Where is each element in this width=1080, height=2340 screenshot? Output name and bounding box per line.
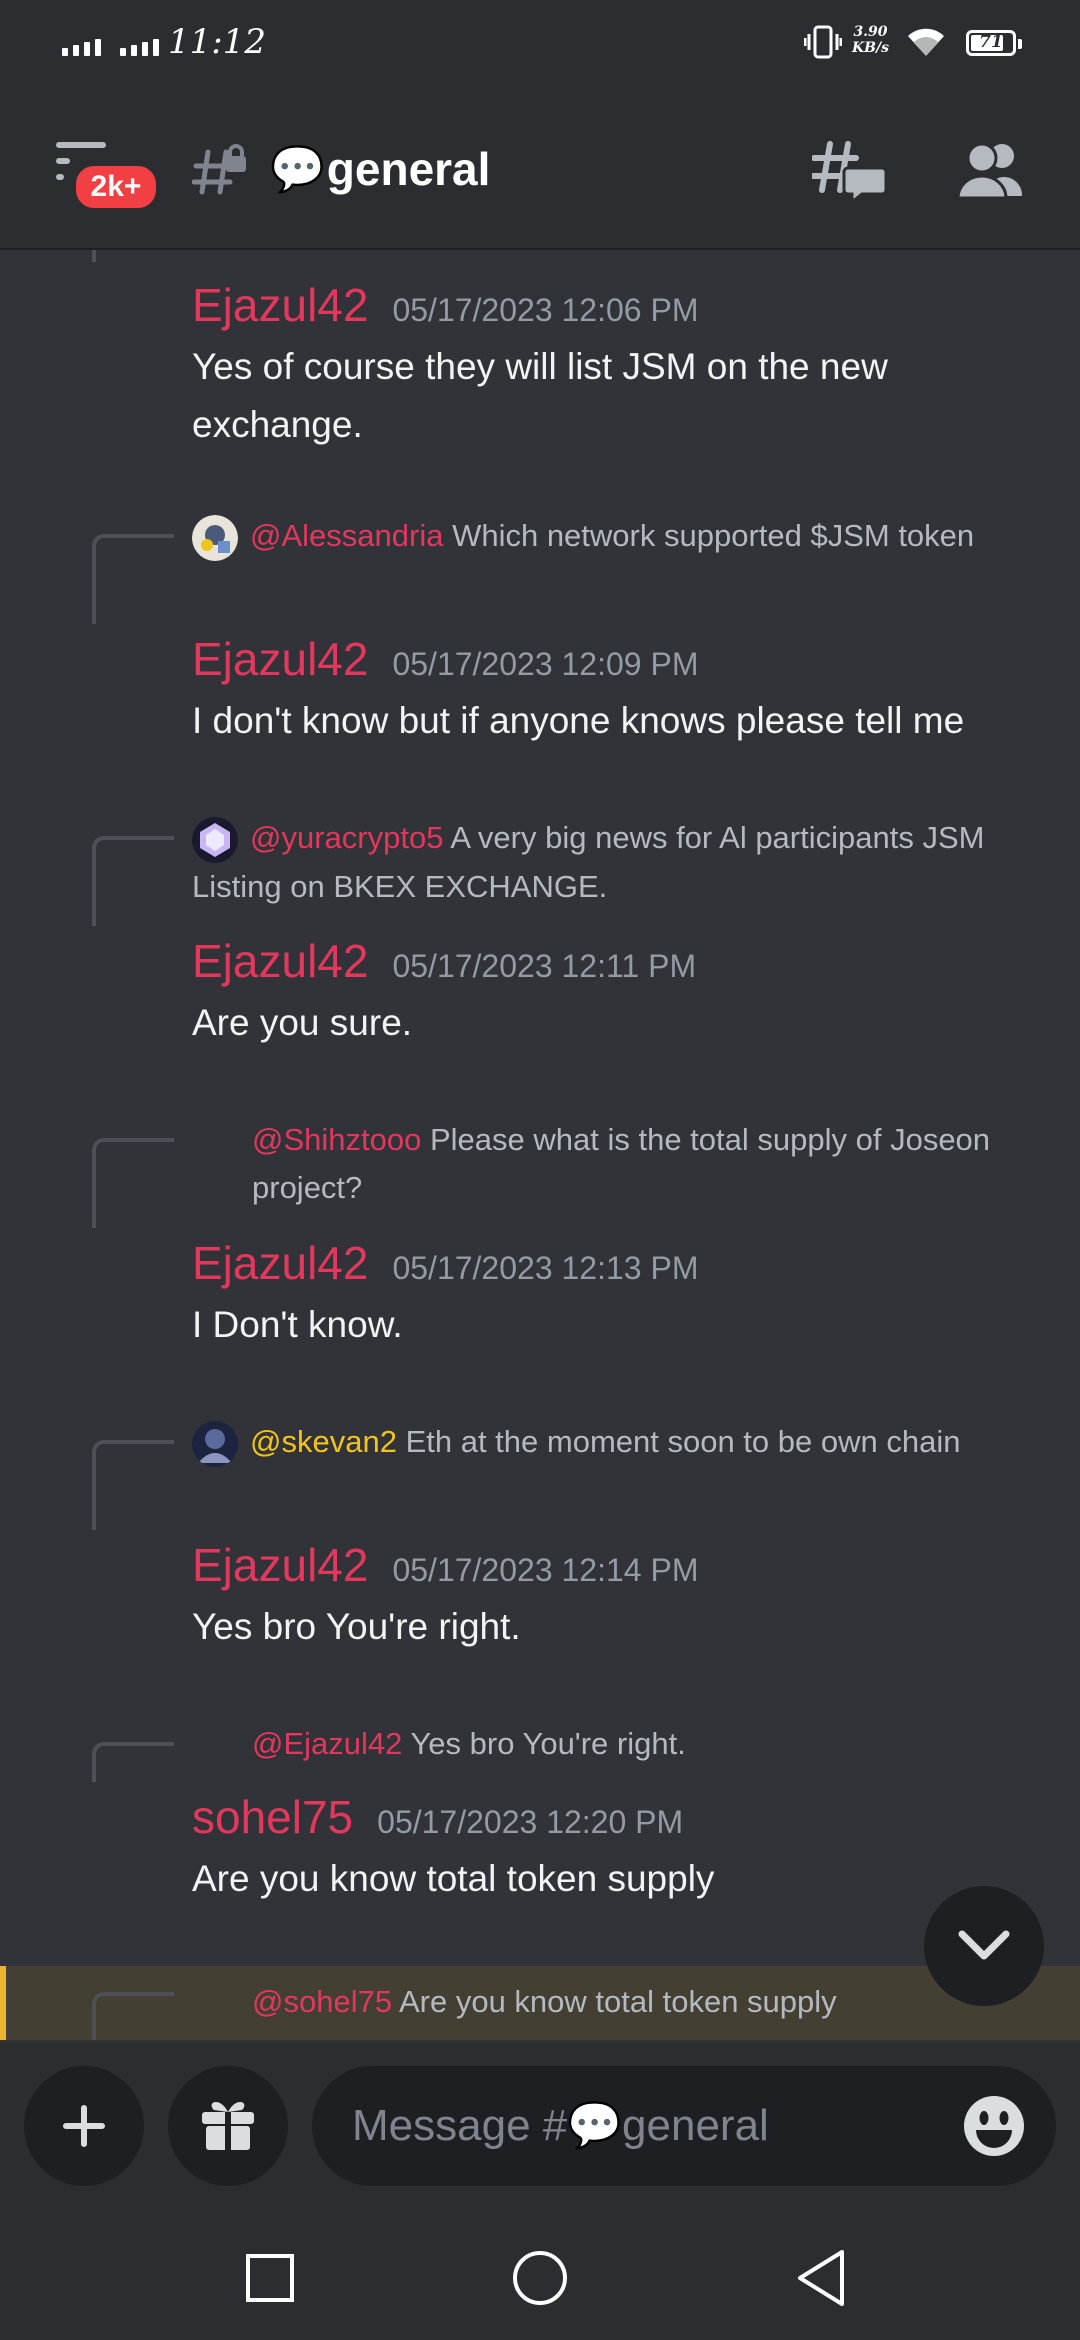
avatar (192, 816, 238, 863)
channel-title: 💬 general (270, 142, 490, 196)
reply-preview[interactable]: @Ejazul42 Yes bro You're right. (192, 1720, 1040, 1768)
reply-preview[interactable]: @Alessandria Which network supported $JS… (192, 512, 1040, 561)
reply-text: Are you know total token supply (398, 1984, 837, 2019)
hash-lock-icon (192, 144, 246, 195)
channel-name: general (326, 143, 491, 195)
timestamp: 05/17/2023 12:11 PM (392, 948, 697, 984)
reply-spine (92, 1992, 174, 2040)
vibrate-icon (804, 25, 842, 59)
reply-mention[interactable]: @Shihztooo (252, 1122, 421, 1157)
reply-text: Which network supported $JSM token (452, 518, 975, 553)
author-name[interactable]: sohel75 (192, 1790, 353, 1844)
message-header: Ejazul42 05/17/2023 12:09 PM (192, 632, 698, 686)
status-bar: 11:12 3.90 KB/s 71 (0, 0, 1080, 90)
reply-mention[interactable]: @Alessandria (250, 518, 443, 553)
author-name[interactable]: Ejazul42 (192, 278, 368, 332)
reply-spine (92, 534, 174, 624)
signal-icon (62, 30, 101, 56)
message-body: Are you sure. (192, 1002, 413, 1043)
timestamp: 05/17/2023 12:09 PM (392, 646, 699, 682)
timestamp: 05/17/2023 12:14 PM (392, 1552, 699, 1588)
reply-preview[interactable]: @sohel75 Are you know total token supply (192, 1978, 1040, 2026)
members-icon[interactable] (956, 140, 1026, 200)
menu-button[interactable]: 2k+ (52, 142, 160, 212)
threads-icon[interactable] (812, 140, 886, 204)
speech-bubble-emoji: 💬 (567, 2101, 623, 2150)
recent-apps-icon[interactable] (244, 2252, 296, 2304)
reply-spine (92, 1138, 174, 1228)
reply-mention[interactable]: @yuracrypto5 (250, 820, 443, 855)
highlighted-message[interactable]: @sohel75 Are you know total token supply (0, 1966, 1080, 2040)
unread-badge: 2k+ (72, 162, 160, 212)
message-body: Yes bro You're right. (192, 1606, 521, 1647)
reply-preview[interactable]: @yuracrypto5 A very big news for Al part… (192, 814, 1040, 911)
smiley-icon[interactable] (962, 2094, 1026, 2158)
scroll-to-bottom-button[interactable] (924, 1886, 1044, 2006)
message-input[interactable]: Message #💬general (312, 2066, 1056, 2186)
menu-line (56, 158, 70, 164)
message-body: Are you know total token supply (192, 1858, 715, 1899)
placeholder-prefix: Message # (352, 2101, 568, 2150)
reply-spine (92, 1440, 174, 1530)
placeholder-channel: general (622, 2101, 769, 2150)
message-composer: Message #💬general (0, 2042, 1080, 2212)
reply-spine (92, 1742, 174, 1782)
speech-bubble-emoji: 💬 (270, 145, 325, 194)
add-attachment-button[interactable] (24, 2066, 144, 2186)
channel-header: 2k+ 💬 general (0, 90, 1080, 250)
wifi-icon (908, 28, 944, 56)
message-body: I Don't know. (192, 1304, 403, 1345)
message-body: Yes of course they will list JSM on the … (192, 346, 888, 445)
timestamp: 05/17/2023 12:20 PM (377, 1804, 684, 1840)
hamburger-menu-icon (56, 142, 106, 148)
gift-icon (202, 2101, 254, 2150)
reply-mention[interactable]: @Ejazul42 (252, 1726, 402, 1761)
back-icon[interactable] (794, 2248, 850, 2308)
reply-mention[interactable]: @sohel75 (252, 1984, 392, 2019)
avatar (192, 514, 238, 561)
reply-spine (92, 836, 174, 926)
reply-text: Yes bro You're right. (410, 1726, 686, 1761)
signal-icon-2 (120, 30, 159, 56)
clock: 11:12 (168, 22, 266, 62)
reply-mention[interactable]: @skevan2 (250, 1424, 397, 1459)
reply-text: Eth at the moment soon to be own chain (405, 1424, 961, 1459)
author-name[interactable]: Ejazul42 (192, 1236, 368, 1290)
avatar (192, 1420, 238, 1467)
system-nav-bar (0, 2212, 1080, 2340)
gift-button[interactable] (168, 2066, 288, 2186)
net-speed: 3.90 KB/s (852, 24, 889, 56)
message-header: Ejazul42 05/17/2023 12:14 PM (192, 1538, 698, 1592)
author-name[interactable]: Ejazul42 (192, 1538, 368, 1592)
author-name[interactable]: Ejazul42 (192, 632, 368, 686)
author-name[interactable]: Ejazul42 (192, 934, 368, 988)
message-header: sohel75 05/17/2023 12:20 PM (192, 1790, 683, 1844)
timestamp: 05/17/2023 12:06 PM (392, 292, 699, 328)
reply-preview[interactable]: @skevan2 Eth at the moment soon to be ow… (192, 1418, 1040, 1467)
timestamp: 05/17/2023 12:13 PM (392, 1250, 699, 1286)
message-header: Ejazul42 05/17/2023 12:06 PM (192, 278, 698, 332)
message-header: Ejazul42 05/17/2023 12:11 PM (192, 934, 696, 988)
chevron-down-icon (958, 1930, 1010, 1960)
message-body: I don't know but if anyone knows please … (192, 700, 965, 741)
reply-preview[interactable]: @Shihztooo Please what is the total supp… (192, 1116, 1040, 1212)
battery-icon: 71 (966, 30, 1022, 56)
menu-line (56, 174, 64, 180)
reply-spine (92, 250, 174, 262)
home-icon[interactable] (512, 2250, 568, 2306)
message-header: Ejazul42 05/17/2023 12:13 PM (192, 1236, 698, 1290)
message-list[interactable]: Ejazul42 05/17/2023 12:06 PM Yes of cour… (0, 250, 1080, 2040)
plus-icon (63, 2105, 105, 2147)
